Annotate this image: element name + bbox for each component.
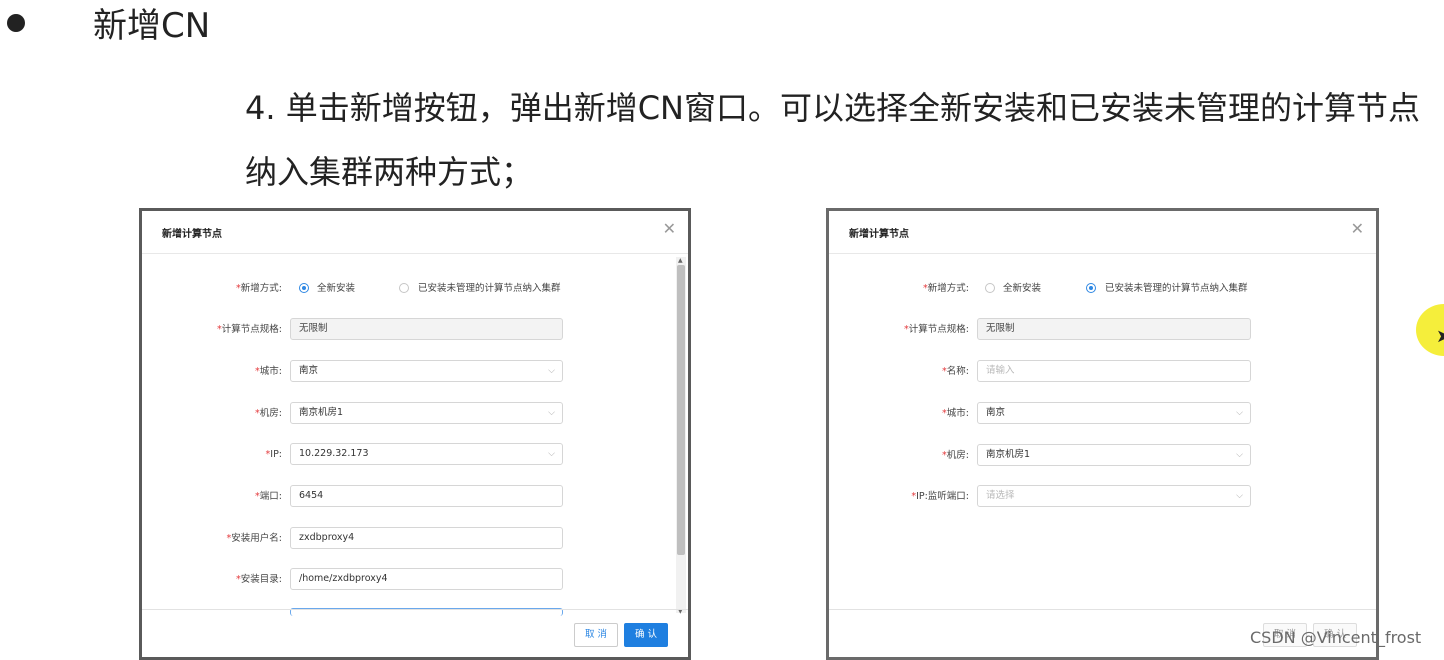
radio-existing-node[interactable] (1086, 283, 1096, 293)
slide-description: 4. 单击新增按钮，弹出新增CN窗口。可以选择全新安装和已安装未管理的计算节点纳… (245, 89, 1420, 191)
ip-label: *IP: (265, 449, 282, 460)
room-label: *机房: (942, 450, 969, 461)
dialog-footer: 取 消 确 认 (142, 609, 688, 657)
radio-new-install-label[interactable]: 全新安装 (317, 277, 355, 301)
dialog-scrollbar[interactable]: ▲ ▼ (676, 257, 686, 615)
room-select[interactable]: 南京机房1 ⌵ (977, 444, 1251, 466)
install-dir-input[interactable]: /home/zxdbproxy4 (290, 568, 563, 590)
slide-title: 新增CN (93, 6, 211, 46)
spec-row: *计算节点规格: 无限制 (829, 318, 1374, 342)
dialog-title: 新增计算节点 (849, 229, 909, 240)
close-icon[interactable]: ✕ (663, 219, 676, 239)
radio-existing-node-label[interactable]: 已安装未管理的计算节点纳入集群 (1105, 277, 1248, 301)
chevron-down-icon: ⌵ (548, 408, 555, 418)
radio-new-install-label[interactable]: 全新安装 (1003, 277, 1041, 301)
watermark: CSDN @Vincent_frost (1250, 628, 1422, 647)
room-row: *机房: 南京机房1 ⌵ (142, 402, 682, 426)
user-row: *安装用户名: zxdbproxy4 (142, 527, 682, 551)
chevron-down-icon: ⌵ (1236, 491, 1243, 501)
ipport-select[interactable]: 请选择 ⌵ (977, 485, 1251, 507)
ipport-label: *IP:监听端口: (911, 491, 969, 502)
spec-row: *计算节点规格: 无限制 (142, 318, 682, 342)
radio-new-install[interactable] (985, 283, 995, 293)
cancel-button[interactable]: 取 消 (574, 623, 618, 647)
mouse-pointer-icon: ➤ (1436, 326, 1444, 347)
chevron-down-icon: ⌵ (1236, 450, 1243, 460)
port-label: *端口: (255, 491, 282, 502)
close-icon[interactable]: ✕ (1351, 219, 1364, 239)
name-row: *名称: 请输入 (829, 360, 1374, 384)
city-label: *城市: (942, 408, 969, 419)
spec-label: *计算节点规格: (217, 324, 282, 335)
bullet-dot (7, 14, 25, 32)
dialog-header: 新增计算节点 ✕ (142, 211, 688, 254)
install-user-input[interactable]: zxdbproxy4 (290, 527, 563, 549)
chevron-down-icon: ⌵ (1236, 408, 1243, 418)
dir-row: *安装目录: /home/zxdbproxy4 (142, 568, 682, 592)
radio-new-install[interactable] (299, 283, 309, 293)
city-select[interactable]: 南京 ⌵ (290, 360, 563, 382)
mode-row: *新增方式: 全新安装 已安装未管理的计算节点纳入集群 (829, 277, 1374, 301)
port-row: *端口: 6454 (142, 485, 682, 509)
spec-label: *计算节点规格: (904, 324, 969, 335)
port-input[interactable]: 6454 (290, 485, 563, 507)
radio-existing-node-label[interactable]: 已安装未管理的计算节点纳入集群 (418, 277, 561, 301)
room-row: *机房: 南京机房1 ⌵ (829, 444, 1374, 468)
dialog-header: 新增计算节点 ✕ (829, 211, 1376, 254)
mode-row: *新增方式: 全新安装 已安装未管理的计算节点纳入集群 (142, 277, 682, 301)
ipport-row: *IP:监听端口: 请选择 ⌵ (829, 485, 1374, 509)
dir-label: *安装目录: (236, 574, 282, 585)
name-input[interactable]: 请输入 (977, 360, 1251, 382)
chevron-down-icon: ⌵ (548, 366, 555, 376)
city-row: *城市: 南京 ⌵ (142, 360, 682, 384)
scrollbar-thumb[interactable] (677, 265, 685, 555)
chevron-down-icon: ⌵ (548, 449, 555, 459)
ip-row: *IP: 10.229.32.173 ⌵ (142, 443, 682, 467)
city-select[interactable]: 南京 ⌵ (977, 402, 1251, 424)
radio-existing-node[interactable] (399, 283, 409, 293)
mode-label: *新增方式: (923, 283, 969, 294)
room-select[interactable]: 南京机房1 ⌵ (290, 402, 563, 424)
add-node-dialog-new-install: 新增计算节点 ✕ *新增方式: 全新安装 已安装未管理的计算节点纳入集群 *计算… (139, 208, 691, 660)
city-row: *城市: 南京 ⌵ (829, 402, 1374, 426)
spec-field: 无限制 (977, 318, 1251, 340)
city-label: *城市: (255, 366, 282, 377)
confirm-button[interactable]: 确 认 (624, 623, 668, 647)
name-label: *名称: (942, 366, 969, 377)
mode-label: *新增方式: (236, 283, 282, 294)
scroll-up-icon[interactable]: ▲ (678, 257, 683, 264)
user-label: *安装用户名: (226, 533, 282, 544)
ip-select[interactable]: 10.229.32.173 ⌵ (290, 443, 563, 465)
room-label: *机房: (255, 408, 282, 419)
spec-field: 无限制 (290, 318, 563, 340)
dialog-title: 新增计算节点 (162, 229, 222, 240)
add-node-dialog-existing: 新增计算节点 ✕ *新增方式: 全新安装 已安装未管理的计算节点纳入集群 *计算… (826, 208, 1379, 660)
